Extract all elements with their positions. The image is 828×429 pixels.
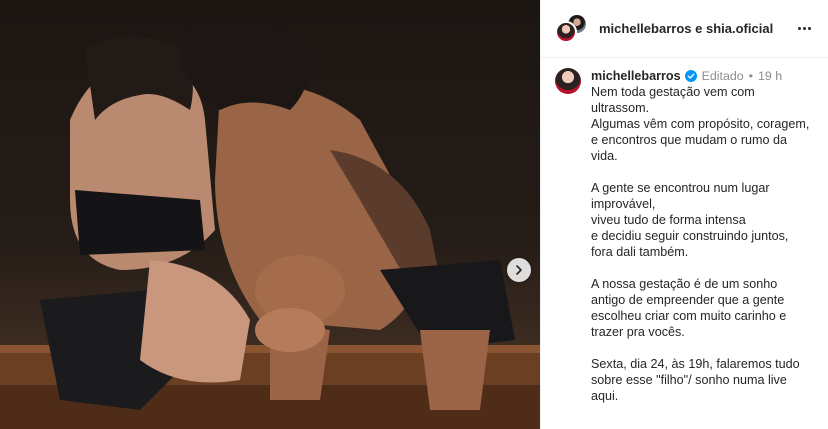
- caption: michellebarros Editado • 19 h Nem toda g…: [541, 58, 828, 429]
- verified-badge-icon: [684, 70, 697, 82]
- caption-spacer: [591, 340, 816, 356]
- post-time[interactable]: 19 h: [758, 68, 782, 84]
- post-side-panel: michellebarros e shia.oficial michelleba…: [540, 0, 828, 429]
- caption-spacer: [591, 164, 816, 180]
- caption-line: fora dali também.: [591, 245, 689, 259]
- author-link-shia[interactable]: shia.oficial: [706, 21, 773, 36]
- chevron-right-icon: [516, 265, 522, 275]
- couple-photo: [0, 17, 540, 429]
- caption-username[interactable]: michellebarros: [591, 68, 681, 84]
- edited-label: Editado: [701, 69, 744, 83]
- caption-line: A nossa gestação é de um sonho: [591, 277, 778, 291]
- caption-line: aqui.: [591, 389, 619, 403]
- caption-spacer: [591, 260, 816, 276]
- caption-line: Nem toda gestação vem com: [591, 85, 755, 99]
- post-authors: michellebarros e shia.oficial: [599, 21, 792, 36]
- caption-line: A gente se encontrou num lugar: [591, 181, 770, 195]
- post-header: michellebarros e shia.oficial: [541, 0, 828, 58]
- instagram-post: michellebarros e shia.oficial michelleba…: [0, 0, 828, 429]
- more-dot: [802, 27, 806, 30]
- author-link-michellebarros[interactable]: michellebarros: [599, 21, 692, 36]
- avatar-michellebarros[interactable]: [555, 20, 577, 43]
- more-dot: [807, 27, 811, 30]
- caption-line: improvável,: [591, 197, 656, 211]
- caption-line: vida.: [591, 149, 618, 163]
- more-options-button[interactable]: [792, 17, 816, 41]
- caption-line: antigo de empreender que a gente: [591, 293, 785, 307]
- caption-line: Algumas vêm com propósito, coragem,: [591, 117, 810, 131]
- caption-line: trazer pra vocês.: [591, 325, 685, 339]
- post-photo[interactable]: [0, 0, 540, 429]
- caption-line: escolheu criar com muito carinho e: [591, 309, 787, 323]
- caption-line: e encontros que mudam o rumo da: [591, 133, 788, 147]
- caption-line: Sexta, dia 24, às 19h, falaremos tudo: [591, 357, 800, 371]
- caption-line: e decidiu seguir construindo juntos,: [591, 229, 789, 243]
- author-conjunction: e: [695, 21, 703, 36]
- more-horizontal-icon: [797, 27, 801, 30]
- collab-avatars[interactable]: [555, 12, 589, 45]
- caption-text: Nem toda gestação vem com ultrassom. Algum…: [591, 84, 816, 404]
- next-photo-button[interactable]: [507, 258, 531, 282]
- caption-body: michellebarros Editado • 19 h Nem toda g…: [591, 68, 816, 429]
- caption-line: sobre esse "filho"/ sonho numa live: [591, 373, 787, 387]
- caption-line: ultrassom.: [591, 101, 650, 115]
- caption-line: viveu tudo de forma intensa: [591, 213, 746, 227]
- meta-separator: •: [748, 69, 753, 83]
- caption-meta: michellebarros Editado • 19 h: [591, 68, 816, 84]
- caption-avatar[interactable]: [555, 68, 581, 94]
